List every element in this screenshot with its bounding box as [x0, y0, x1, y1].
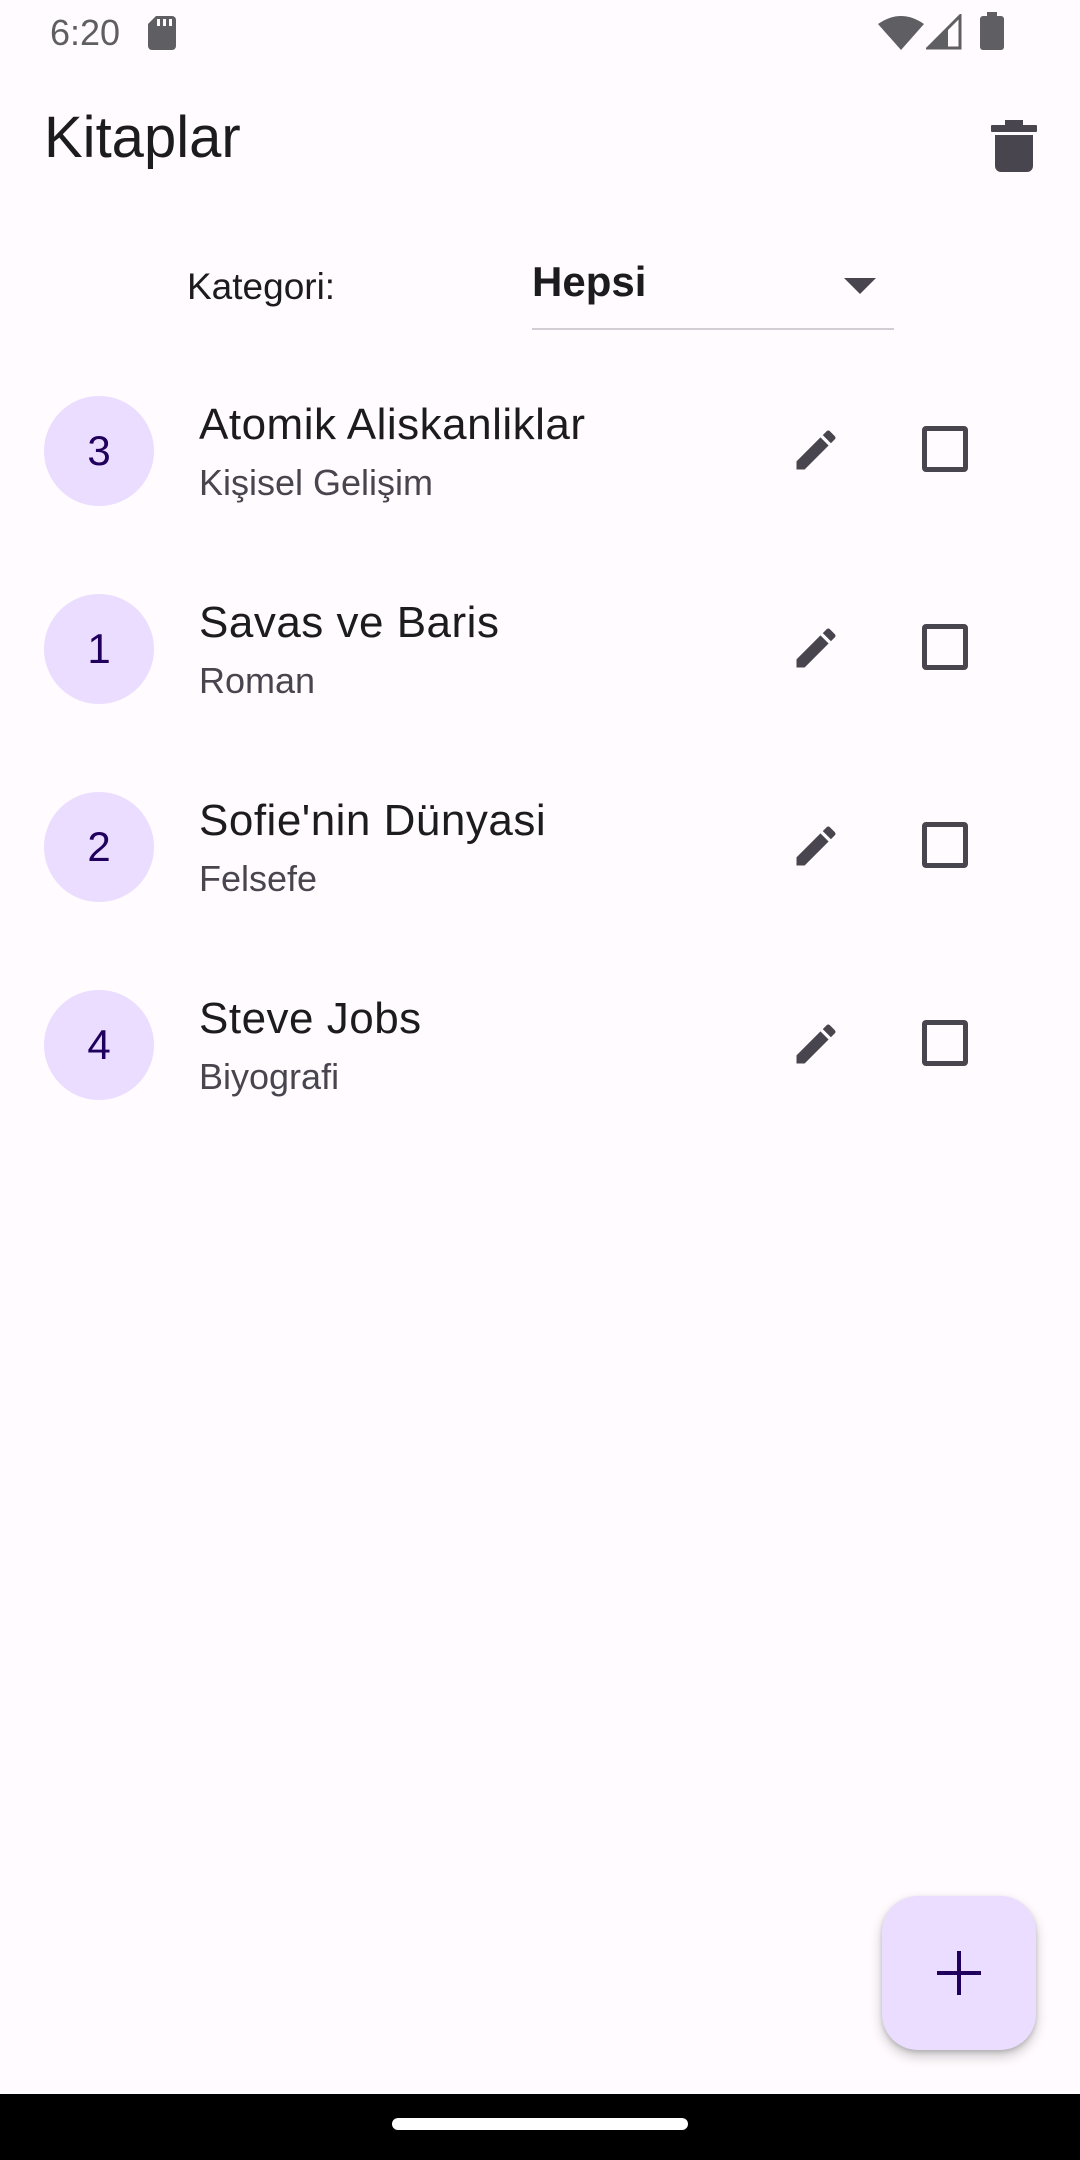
checkbox[interactable] — [922, 426, 968, 472]
sd-card-icon — [148, 16, 176, 50]
book-title: Sofie'nin Dünyasi — [199, 796, 547, 845]
pencil-icon — [796, 826, 836, 866]
trash-icon — [991, 120, 1037, 172]
book-category: Roman — [199, 660, 316, 701]
edit-button[interactable] — [780, 612, 852, 684]
delete-button[interactable] — [978, 110, 1050, 182]
navigation-bar — [0, 2094, 1080, 2160]
category-dropdown[interactable]: Hepsi — [532, 240, 894, 330]
book-category: Kişisel Gelişim — [199, 462, 434, 503]
avatar: 4 — [44, 990, 154, 1100]
list-item[interactable]: 1 Savas ve Baris Roman — [0, 560, 1080, 758]
home-handle[interactable] — [392, 2118, 688, 2130]
book-title: Savas ve Baris — [199, 598, 500, 647]
pencil-icon — [796, 1024, 836, 1064]
chevron-down-icon — [844, 278, 876, 294]
edit-button[interactable] — [780, 810, 852, 882]
book-list: 3 Atomik Aliskanliklar Kişisel Gelişim 1… — [0, 362, 1080, 1154]
wifi-icon — [878, 16, 924, 50]
avatar: 2 — [44, 792, 154, 902]
category-filter: Kategori: Hepsi — [0, 240, 1080, 340]
list-item[interactable]: 3 Atomik Aliskanliklar Kişisel Gelişim — [0, 362, 1080, 560]
book-title: Atomik Aliskanliklar — [199, 400, 586, 449]
checkbox[interactable] — [922, 1020, 968, 1066]
plus-icon — [937, 1951, 981, 1995]
avatar: 3 — [44, 396, 154, 506]
signal-icon — [924, 12, 962, 50]
status-time: 6:20 — [50, 12, 121, 53]
add-book-button[interactable] — [882, 1896, 1036, 2050]
avatar: 1 — [44, 594, 154, 704]
pencil-icon — [796, 628, 836, 668]
status-bar: 6:20 — [0, 0, 1080, 66]
category-selected-value: Hepsi — [532, 258, 647, 305]
edit-button[interactable] — [780, 1008, 852, 1080]
edit-button[interactable] — [780, 414, 852, 486]
book-category: Biyografi — [199, 1056, 340, 1097]
checkbox[interactable] — [922, 822, 968, 868]
battery-icon — [980, 12, 1004, 50]
category-label: Kategori: — [187, 266, 336, 307]
book-title: Steve Jobs — [199, 994, 422, 1043]
pencil-icon — [796, 430, 836, 470]
list-item[interactable]: 4 Steve Jobs Biyografi — [0, 956, 1080, 1154]
book-category: Felsefe — [199, 858, 318, 899]
app-bar: Kitaplar — [0, 66, 1080, 220]
list-item[interactable]: 2 Sofie'nin Dünyasi Felsefe — [0, 758, 1080, 956]
checkbox[interactable] — [922, 624, 968, 670]
page-title: Kitaplar — [44, 105, 241, 170]
